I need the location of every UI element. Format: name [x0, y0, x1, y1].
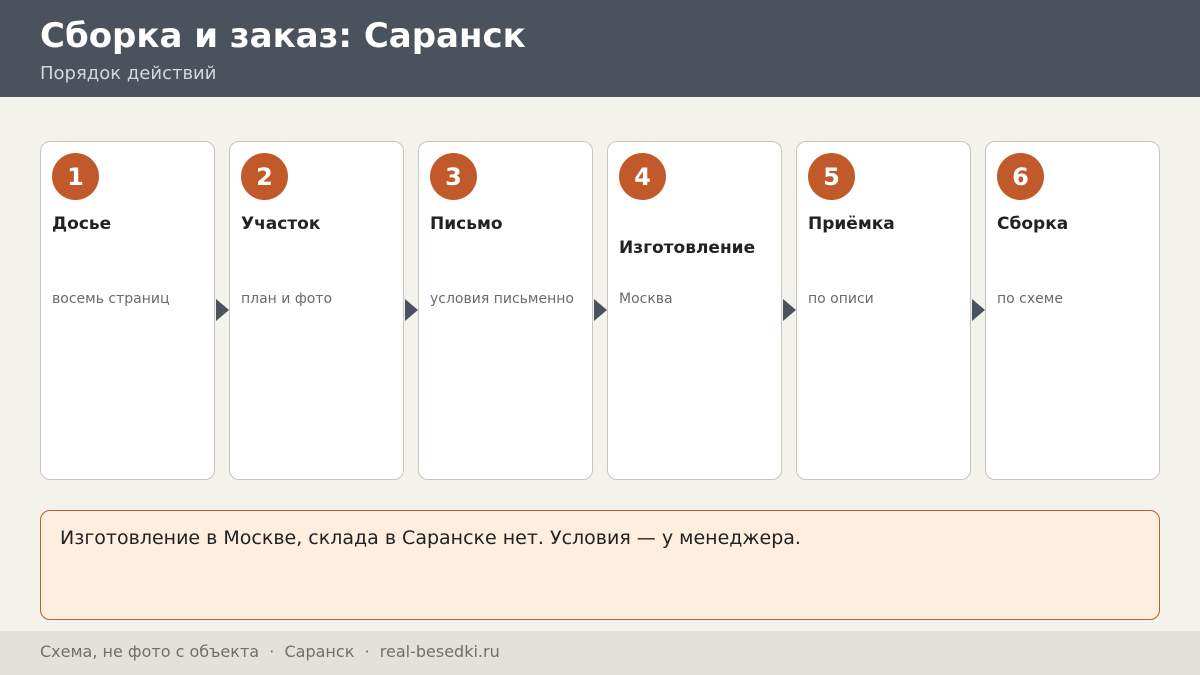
footer: Схема, не фото с объекта · Саранск · rea… [0, 631, 1200, 675]
arrow-right-icon [972, 299, 985, 321]
step-card-4: 4 Изготовление Москва [607, 141, 782, 480]
arrow-right-icon [783, 299, 796, 321]
step-description: по схеме [997, 291, 1063, 307]
step-title: Приёмка [808, 214, 895, 234]
step-title: Изготовление [619, 238, 756, 258]
step-title: Письмо [430, 214, 503, 234]
page-title: Сборка и заказ: Саранск [40, 16, 526, 56]
step-card-2: 2 Участок план и фото [229, 141, 404, 480]
note-callout: Изготовление в Москве, склада в Саранске… [40, 510, 1160, 620]
page-subtitle: Порядок действий [40, 63, 217, 84]
step-title: Досье [52, 214, 112, 234]
step-number-badge: 2 [241, 153, 288, 200]
arrow-right-icon [216, 299, 229, 321]
step-description: по описи [808, 291, 874, 307]
step-number-badge: 6 [997, 153, 1044, 200]
step-card-3: 3 Письмо условия письменно [418, 141, 593, 480]
step-description: условия письменно [430, 291, 574, 307]
step-title: Участок [241, 214, 321, 234]
note-text: Изготовление в Москве, склада в Саранске… [60, 527, 801, 549]
step-number-badge: 1 [52, 153, 99, 200]
arrow-right-icon [594, 299, 607, 321]
footer-text: Схема, не фото с объекта · Саранск · rea… [40, 642, 500, 661]
step-card-1: 1 Досье восемь страниц [40, 141, 215, 480]
step-title: Сборка [997, 214, 1069, 234]
step-number-badge: 5 [808, 153, 855, 200]
steps-flow: 1 Досье восемь страниц 2 Участок план и … [40, 141, 1160, 480]
arrow-right-icon [405, 299, 418, 321]
step-card-6: 6 Сборка по схеме [985, 141, 1160, 480]
step-description: план и фото [241, 291, 333, 307]
step-number-badge: 4 [619, 153, 666, 200]
step-number-badge: 3 [430, 153, 477, 200]
step-card-5: 5 Приёмка по описи [796, 141, 971, 480]
step-description: Москва [619, 291, 673, 307]
step-description: восемь страниц [52, 291, 170, 307]
header: Сборка и заказ: Саранск Порядок действий [0, 0, 1200, 97]
